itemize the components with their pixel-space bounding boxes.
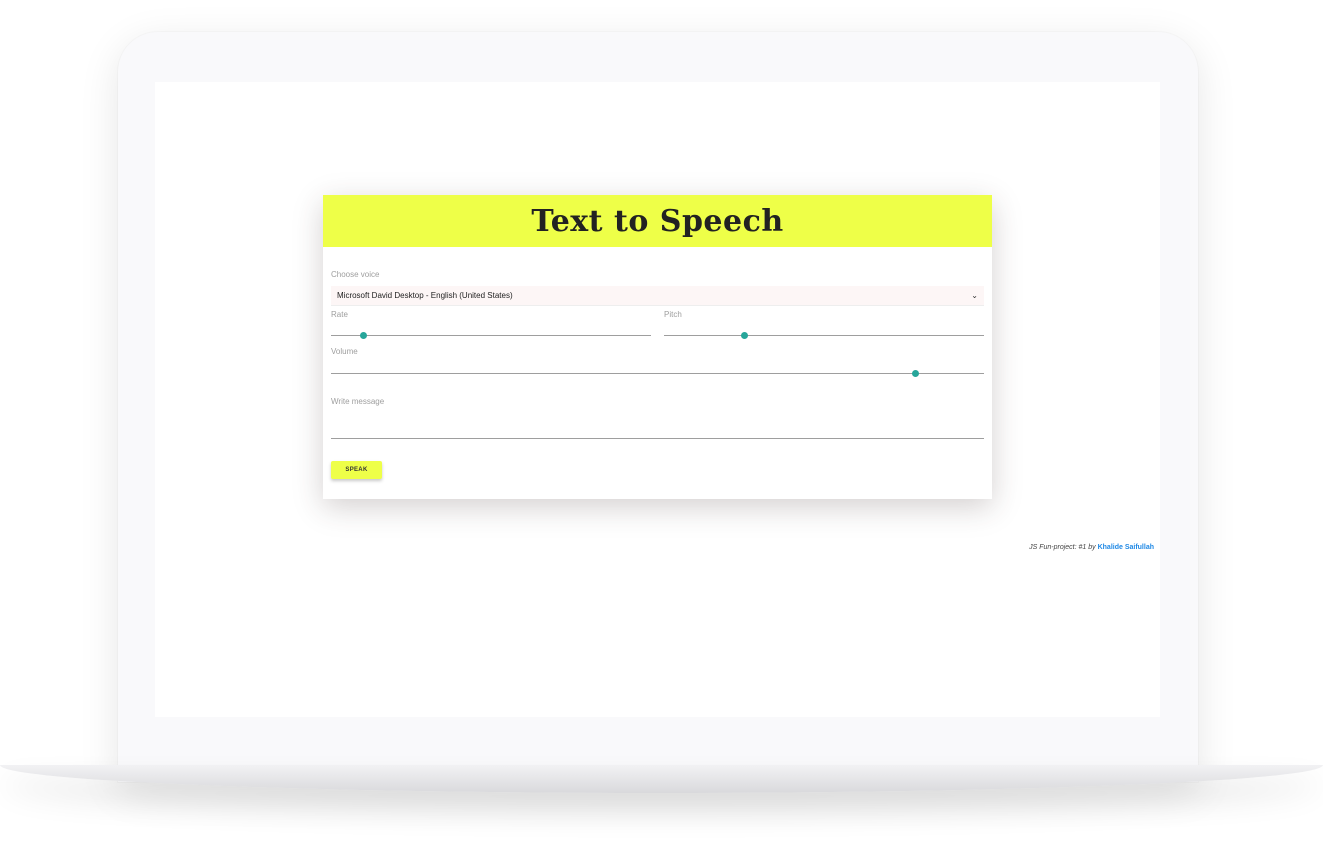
volume-label: Volume [331, 347, 358, 356]
card-header: Text to Speech [323, 195, 992, 247]
rate-slider[interactable] [331, 330, 651, 342]
voice-select-value: Microsoft David Desktop - English (Unite… [337, 291, 513, 300]
rate-label: Rate [331, 310, 348, 319]
browser-viewport: Text to Speech Choose voice Microsoft Da… [155, 82, 1160, 717]
chevron-down-icon: ⌄ [971, 291, 978, 300]
volume-slider-thumb[interactable] [912, 370, 920, 377]
message-placeholder: Write message [331, 397, 385, 406]
pitch-slider-track [664, 335, 984, 336]
rate-slider-track [331, 335, 651, 336]
footer-credit: JS Fun-project: #1 by Khalide Saifullah [1029, 544, 1154, 551]
page-title: Text to Speech [531, 203, 784, 239]
speak-button[interactable]: SPEAK [331, 461, 382, 479]
pitch-slider-thumb[interactable] [741, 332, 748, 339]
pitch-label: Pitch [664, 310, 682, 319]
credit-prefix: JS Fun-project: #1 by [1029, 544, 1096, 551]
message-textarea[interactable]: Write message [331, 397, 984, 439]
laptop-base [0, 765, 1323, 793]
volume-slider[interactable] [331, 368, 984, 380]
voice-select[interactable]: Microsoft David Desktop - English (Unite… [331, 286, 984, 306]
author-link[interactable]: Khalide Saifullah [1098, 544, 1154, 551]
tts-card: Text to Speech Choose voice Microsoft Da… [323, 195, 992, 499]
volume-slider-track [331, 373, 984, 374]
voice-label: Choose voice [331, 270, 380, 279]
pitch-slider[interactable] [664, 330, 984, 342]
rate-slider-thumb[interactable] [360, 332, 367, 339]
